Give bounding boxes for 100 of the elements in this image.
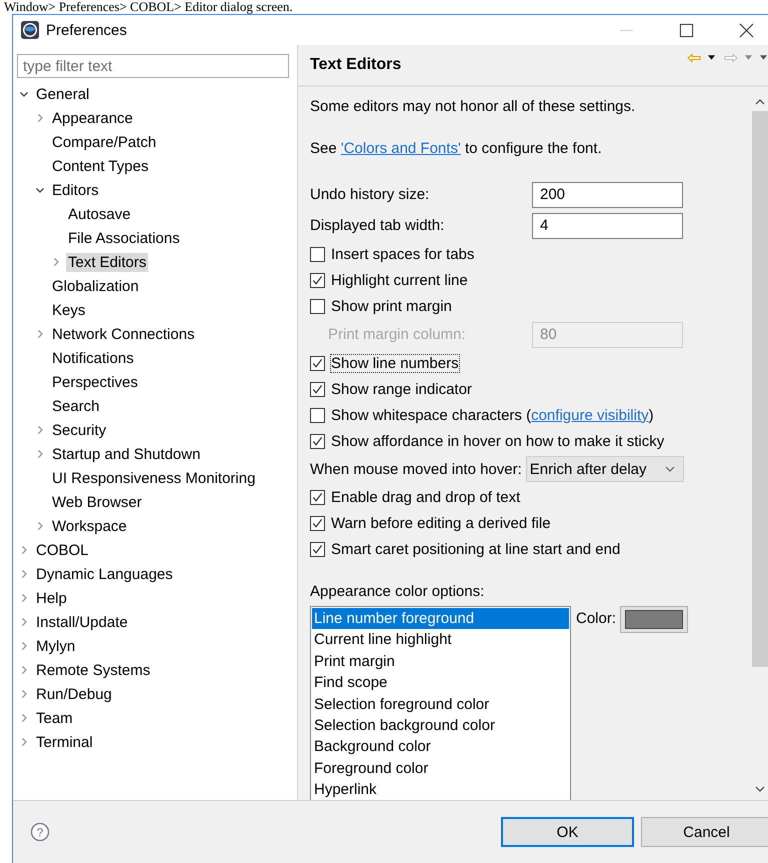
chevron-right-icon[interactable] — [35, 521, 45, 531]
tree-item[interactable]: Run/Debug — [34, 684, 114, 704]
dialog-button[interactable]: OK — [501, 817, 634, 847]
checkbox-label: Show affordance in hover on how to make it sticky — [330, 432, 666, 450]
tree-item[interactable]: Security — [50, 420, 108, 440]
chevron-right-icon[interactable] — [35, 449, 45, 459]
color-label: Color: — [576, 610, 616, 627]
checkbox[interactable] — [310, 298, 325, 314]
checkbox[interactable] — [310, 246, 325, 262]
list-item[interactable]: Find scope — [312, 672, 569, 694]
tree-item[interactable]: UI Responsiveness Monitoring — [50, 468, 258, 488]
list-item[interactable]: Hyperlink — [312, 779, 569, 801]
section-label: Appearance color options: — [310, 582, 484, 600]
checkbox-label: Enable drag and drop of text — [330, 488, 522, 506]
back-arrow-icon[interactable] — [687, 53, 701, 63]
maximize-icon[interactable] — [679, 22, 694, 38]
checkbox[interactable] — [310, 272, 325, 288]
checkbox[interactable] — [310, 434, 325, 448]
tree-item[interactable]: Help — [34, 588, 69, 608]
tree-item[interactable]: Compare/Patch — [50, 132, 158, 152]
checkbox[interactable] — [310, 490, 325, 504]
chevron-right-icon[interactable] — [19, 593, 29, 603]
chevron-down-icon[interactable] — [35, 185, 45, 195]
chevron-right-icon[interactable] — [19, 641, 29, 651]
tree-item[interactable]: Keys — [50, 300, 88, 320]
app-icon — [20, 20, 40, 40]
help-icon[interactable]: ? — [30, 822, 50, 842]
tree-item[interactable]: Mylyn — [34, 636, 78, 656]
checkbox-label: Insert spaces for tabs — [330, 244, 476, 264]
window-title: Preferences — [46, 22, 127, 38]
dialog-button[interactable]: Cancel — [641, 817, 768, 847]
tree-item[interactable]: Dynamic Languages — [34, 564, 175, 584]
chevron-right-icon[interactable] — [51, 257, 61, 267]
chevron-right-icon[interactable] — [19, 689, 29, 699]
list-item[interactable]: Background color — [312, 736, 569, 758]
tree-item[interactable]: Team — [34, 708, 75, 728]
checkbox-label: Highlight current line — [330, 270, 469, 290]
tree-item[interactable]: Install/Update — [34, 612, 130, 632]
tree-item[interactable]: Notifications — [50, 348, 136, 368]
chevron-right-icon[interactable] — [19, 545, 29, 555]
tree-item[interactable]: Content Types — [50, 156, 150, 176]
tree-item[interactable]: Perspectives — [50, 372, 140, 392]
number-field[interactable]: 4 — [532, 212, 683, 238]
menu-caret-icon[interactable] — [759, 55, 768, 61]
page-title: Text Editors — [310, 56, 402, 74]
checkbox-label: Show range indicator — [330, 380, 473, 398]
list-item[interactable]: Selection foreground color — [312, 694, 569, 715]
tree-item[interactable]: Network Connections — [50, 324, 197, 344]
chevron-right-icon[interactable] — [19, 569, 29, 579]
caption-text: Window> Preferences> COBOL> Editor dialog screen. — [3, 0, 293, 14]
checkbox[interactable] — [310, 408, 325, 422]
tree-item[interactable]: Terminal — [34, 732, 95, 752]
forward-arrow-icon[interactable] — [724, 53, 738, 63]
number-field[interactable]: 200 — [532, 182, 683, 208]
field-label: Displayed tab width: — [310, 217, 446, 234]
list-item[interactable]: Selection background color — [312, 714, 569, 736]
field-label: Undo history size: — [310, 186, 430, 203]
tree-item[interactable]: General — [34, 84, 92, 104]
chevron-down-icon[interactable] — [19, 89, 29, 99]
tree-item[interactable]: Autosave — [66, 204, 133, 224]
tree-item[interactable]: Workspace — [50, 516, 129, 536]
chevron-right-icon[interactable] — [19, 737, 29, 747]
scroll-down-icon[interactable] — [755, 786, 765, 792]
list-item[interactable]: Print margin — [312, 650, 569, 672]
checkbox[interactable] — [310, 356, 325, 370]
checkbox[interactable] — [310, 516, 325, 530]
checkbox-label: Smart caret positioning at line start and end — [330, 540, 622, 558]
configure-link[interactable]: configure visibility — [531, 406, 649, 424]
scroll-up-icon[interactable] — [755, 99, 765, 105]
checkbox-label: Show line numbers — [330, 354, 460, 372]
chevron-right-icon[interactable] — [35, 113, 45, 123]
chevron-right-icon[interactable] — [19, 665, 29, 675]
chevron-right-icon[interactable] — [35, 329, 45, 339]
list-item[interactable]: Line number foreground — [312, 608, 569, 630]
tree-item[interactable]: File Associations — [66, 228, 182, 248]
chevron-right-icon[interactable] — [19, 713, 29, 723]
color-button[interactable] — [620, 606, 688, 633]
info-text: Some editors may not honor all of these settings. — [310, 98, 636, 114]
hover-dropdown[interactable]: Enrich after delay — [526, 456, 684, 482]
info-text: See 'Colors and Fonts' to configure the font. — [310, 140, 602, 156]
tree-item[interactable]: Startup and Shutdown — [50, 444, 202, 464]
colors-fonts-link[interactable]: 'Colors and Fonts' — [340, 140, 461, 156]
close-icon[interactable] — [739, 22, 754, 38]
chevron-right-icon[interactable] — [19, 617, 29, 627]
tree-item[interactable]: Search — [50, 396, 102, 416]
tree-item[interactable]: COBOL — [34, 540, 91, 560]
chevron-right-icon[interactable] — [35, 425, 45, 435]
filter-field[interactable]: type filter text — [17, 54, 289, 78]
list-item[interactable]: Foreground color — [312, 758, 569, 780]
checkbox[interactable] — [310, 382, 325, 396]
tree-item[interactable]: Appearance — [50, 108, 135, 128]
field-label: Print margin column: — [327, 326, 467, 343]
tree-item[interactable]: Editors — [50, 180, 101, 200]
dropdown-caret-icon[interactable] — [707, 55, 716, 61]
tree-item[interactable]: Remote Systems — [34, 660, 152, 680]
checkbox[interactable] — [310, 542, 325, 556]
tree-item[interactable]: Web Browser — [50, 492, 144, 512]
tree-item[interactable]: Text Editors — [66, 252, 148, 272]
tree-item[interactable]: Globalization — [50, 276, 141, 296]
list-item[interactable]: Current line highlight — [312, 629, 569, 651]
